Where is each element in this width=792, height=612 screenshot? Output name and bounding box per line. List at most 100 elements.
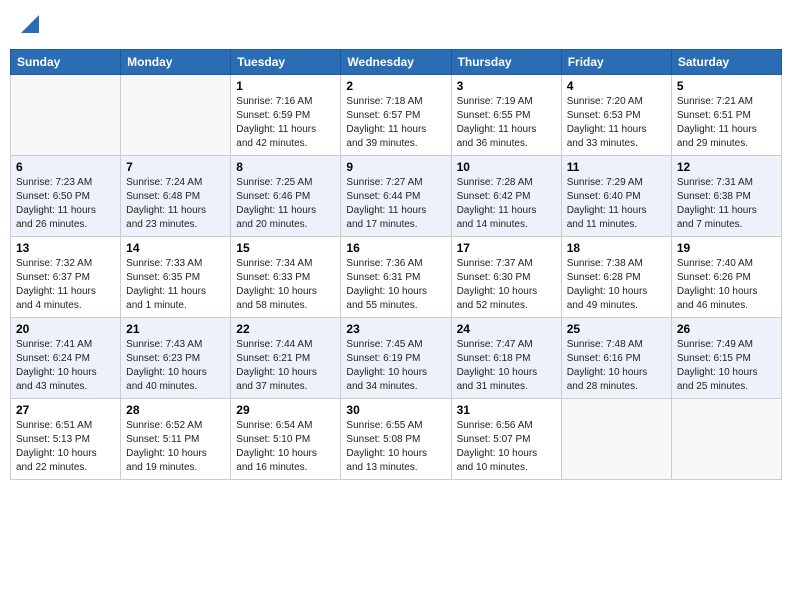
day-number: 2 [346, 79, 445, 93]
day-info: Sunrise: 7:38 AMSunset: 6:28 PMDaylight:… [567, 257, 666, 313]
calendar-cell: 28 Sunrise: 6:52 AMSunset: 5:11 PMDayligh… [121, 399, 231, 480]
day-info: Sunrise: 7:21 AMSunset: 6:51 PMDaylight:… [677, 95, 776, 151]
day-info: Sunrise: 7:41 AMSunset: 6:24 PMDaylight:… [16, 338, 115, 394]
calendar-cell: 11Sunrise: 7:29 AMSunset: 6:40 PMDayligh… [561, 156, 671, 237]
day-info: Sunrise: 7:48 AMSunset: 6:16 PMDaylight:… [567, 338, 666, 394]
day-number: 8 [236, 160, 335, 174]
calendar-cell: 16 Sunrise: 7:36 AMSunset: 6:31 PMDayligh… [341, 237, 451, 318]
calendar-cell [121, 75, 231, 156]
day-info: Sunrise: 7:20 AMSunset: 6:53 PMDaylight:… [567, 95, 666, 151]
calendar-cell: 19 Sunrise: 7:40 AMSunset: 6:26 PMDayligh… [671, 237, 781, 318]
calendar-cell: 17 Sunrise: 7:37 AMSunset: 6:30 PMDayligh… [451, 237, 561, 318]
day-info: Sunrise: 7:23 AMSunset: 6:50 PMDaylight:… [16, 176, 115, 232]
day-info: Sunrise: 7:47 AMSunset: 6:18 PMDaylight:… [457, 338, 556, 394]
day-info: Sunrise: 7:36 AMSunset: 6:31 PMDaylight:… [346, 257, 445, 313]
day-number: 16 [346, 241, 445, 255]
day-info: Sunrise: 7:49 AMSunset: 6:15 PMDaylight:… [677, 338, 776, 394]
day-info: Sunrise: 7:40 AMSunset: 6:26 PMDaylight:… [677, 257, 776, 313]
day-number: 27 [16, 403, 115, 417]
calendar-cell: 13 Sunrise: 7:32 AMSunset: 6:37 PMDayligh… [11, 237, 121, 318]
calendar-cell: 18 Sunrise: 7:38 AMSunset: 6:28 PMDayligh… [561, 237, 671, 318]
calendar-cell: 22 Sunrise: 7:44 AMSunset: 6:21 PMDayligh… [231, 318, 341, 399]
calendar-week-row: 6Sunrise: 7:23 AMSunset: 6:50 PMDaylight… [11, 156, 782, 237]
calendar-cell: 29 Sunrise: 6:54 AMSunset: 5:10 PMDayligh… [231, 399, 341, 480]
day-info: Sunrise: 7:28 AMSunset: 6:42 PMDaylight:… [457, 176, 556, 232]
day-number: 15 [236, 241, 335, 255]
day-info: Sunrise: 7:19 AMSunset: 6:55 PMDaylight:… [457, 95, 556, 151]
day-number: 18 [567, 241, 666, 255]
day-number: 22 [236, 322, 335, 336]
calendar-cell [561, 399, 671, 480]
day-number: 25 [567, 322, 666, 336]
day-number: 3 [457, 79, 556, 93]
calendar-cell: 6Sunrise: 7:23 AMSunset: 6:50 PMDaylight… [11, 156, 121, 237]
calendar-cell: 2 Sunrise: 7:18 AMSunset: 6:57 PMDaylight… [341, 75, 451, 156]
day-info: Sunrise: 6:55 AMSunset: 5:08 PMDaylight:… [346, 419, 445, 475]
day-info: Sunrise: 7:43 AMSunset: 6:23 PMDaylight:… [126, 338, 225, 394]
logo-arrow-icon [21, 15, 39, 33]
day-number: 30 [346, 403, 445, 417]
day-info: Sunrise: 7:32 AMSunset: 6:37 PMDaylight:… [16, 257, 115, 313]
day-info: Sunrise: 7:45 AMSunset: 6:19 PMDaylight:… [346, 338, 445, 394]
day-number: 29 [236, 403, 335, 417]
calendar-cell: 27 Sunrise: 6:51 AMSunset: 5:13 PMDayligh… [11, 399, 121, 480]
calendar-cell: 30 Sunrise: 6:55 AMSunset: 5:08 PMDayligh… [341, 399, 451, 480]
day-info: Sunrise: 7:37 AMSunset: 6:30 PMDaylight:… [457, 257, 556, 313]
day-number: 31 [457, 403, 556, 417]
day-number: 17 [457, 241, 556, 255]
day-number: 1 [236, 79, 335, 93]
calendar-cell: 24Sunrise: 7:47 AMSunset: 6:18 PMDayligh… [451, 318, 561, 399]
day-number: 12 [677, 160, 776, 174]
calendar-cell: 26 Sunrise: 7:49 AMSunset: 6:15 PMDayligh… [671, 318, 781, 399]
day-number: 9 [346, 160, 445, 174]
calendar-header-row: SundayMondayTuesdayWednesdayThursdayFrid… [11, 50, 782, 75]
day-number: 10 [457, 160, 556, 174]
calendar-cell: 14 Sunrise: 7:33 AMSunset: 6:35 PMDayligh… [121, 237, 231, 318]
weekday-header: Thursday [451, 50, 561, 75]
calendar-table: SundayMondayTuesdayWednesdayThursdayFrid… [10, 49, 782, 480]
day-number: 23 [346, 322, 445, 336]
calendar-week-row: 13 Sunrise: 7:32 AMSunset: 6:37 PMDayligh… [11, 237, 782, 318]
weekday-header: Wednesday [341, 50, 451, 75]
day-info: Sunrise: 7:24 AMSunset: 6:48 PMDaylight:… [126, 176, 225, 232]
day-number: 4 [567, 79, 666, 93]
day-number: 20 [16, 322, 115, 336]
calendar-cell: 20 Sunrise: 7:41 AMSunset: 6:24 PMDayligh… [11, 318, 121, 399]
logo [20, 15, 39, 34]
day-number: 28 [126, 403, 225, 417]
calendar-cell: 12 Sunrise: 7:31 AMSunset: 6:38 PMDayligh… [671, 156, 781, 237]
day-info: Sunrise: 7:33 AMSunset: 6:35 PMDaylight:… [126, 257, 225, 313]
day-info: Sunrise: 6:51 AMSunset: 5:13 PMDaylight:… [16, 419, 115, 475]
day-number: 11 [567, 160, 666, 174]
calendar-cell: 9 Sunrise: 7:27 AMSunset: 6:44 PMDaylight… [341, 156, 451, 237]
day-number: 13 [16, 241, 115, 255]
calendar-cell: 1 Sunrise: 7:16 AMSunset: 6:59 PMDaylight… [231, 75, 341, 156]
day-info: Sunrise: 7:31 AMSunset: 6:38 PMDaylight:… [677, 176, 776, 232]
calendar-cell [671, 399, 781, 480]
calendar-cell: 23 Sunrise: 7:45 AMSunset: 6:19 PMDayligh… [341, 318, 451, 399]
calendar-cell: 8Sunrise: 7:25 AMSunset: 6:46 PMDaylight… [231, 156, 341, 237]
day-number: 19 [677, 241, 776, 255]
calendar-cell: 5 Sunrise: 7:21 AMSunset: 6:51 PMDaylight… [671, 75, 781, 156]
day-info: Sunrise: 7:16 AMSunset: 6:59 PMDaylight:… [236, 95, 335, 151]
day-info: Sunrise: 6:54 AMSunset: 5:10 PMDaylight:… [236, 419, 335, 475]
calendar-cell: 10 Sunrise: 7:28 AMSunset: 6:42 PMDayligh… [451, 156, 561, 237]
weekday-header: Friday [561, 50, 671, 75]
day-info: Sunrise: 6:52 AMSunset: 5:11 PMDaylight:… [126, 419, 225, 475]
calendar-cell: 7Sunrise: 7:24 AMSunset: 6:48 PMDaylight… [121, 156, 231, 237]
day-info: Sunrise: 7:44 AMSunset: 6:21 PMDaylight:… [236, 338, 335, 394]
day-number: 5 [677, 79, 776, 93]
day-info: Sunrise: 7:27 AMSunset: 6:44 PMDaylight:… [346, 176, 445, 232]
weekday-header: Tuesday [231, 50, 341, 75]
calendar-cell: 21 Sunrise: 7:43 AMSunset: 6:23 PMDayligh… [121, 318, 231, 399]
weekday-header: Sunday [11, 50, 121, 75]
day-number: 21 [126, 322, 225, 336]
day-info: Sunrise: 7:34 AMSunset: 6:33 PMDaylight:… [236, 257, 335, 313]
calendar-week-row: 27 Sunrise: 6:51 AMSunset: 5:13 PMDayligh… [11, 399, 782, 480]
day-info: Sunrise: 7:18 AMSunset: 6:57 PMDaylight:… [346, 95, 445, 151]
weekday-header: Monday [121, 50, 231, 75]
day-number: 14 [126, 241, 225, 255]
day-number: 26 [677, 322, 776, 336]
calendar-cell [11, 75, 121, 156]
calendar-cell: 15 Sunrise: 7:34 AMSunset: 6:33 PMDayligh… [231, 237, 341, 318]
